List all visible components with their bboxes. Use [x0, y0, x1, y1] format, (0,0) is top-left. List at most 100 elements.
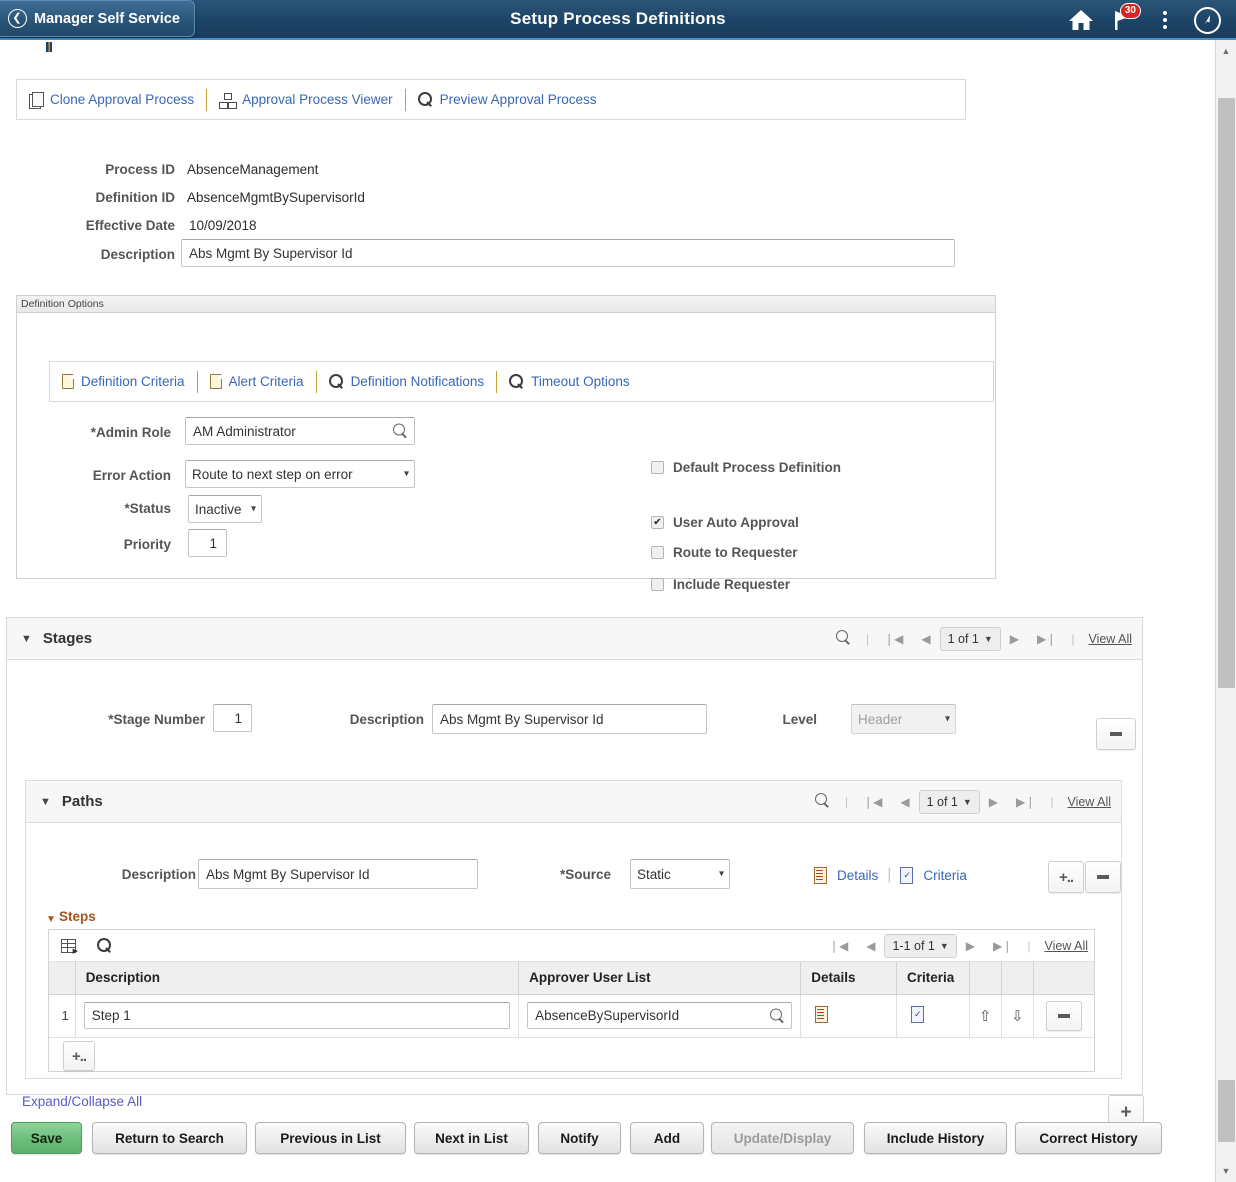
page-scrollbar[interactable]: ▲ ▼	[1215, 40, 1236, 1182]
clone-approval-process-label[interactable]: Clone Approval Process	[50, 92, 194, 107]
correct-history-button[interactable]: Correct History	[1015, 1122, 1162, 1154]
stages-collapse-caret-icon[interactable]: ▼	[21, 633, 32, 645]
approval-process-viewer-label[interactable]: Approval Process Viewer	[242, 92, 393, 107]
default-process-definition-checkbox[interactable]	[651, 461, 664, 474]
error-action-select-wrap[interactable]: Route to next step on error	[185, 460, 415, 488]
user-auto-approval-label: User Auto Approval	[673, 515, 799, 530]
lookup-magnifier-icon[interactable]	[770, 1008, 785, 1023]
next-in-list-button[interactable]: Next in List	[414, 1122, 529, 1154]
previous-in-list-button[interactable]: Previous in List	[255, 1122, 406, 1154]
find-icon[interactable]	[97, 938, 112, 953]
return-to-search-button[interactable]: Return to Search	[92, 1122, 247, 1154]
stage-description-input[interactable]	[432, 704, 707, 734]
admin-role-input[interactable]	[185, 417, 415, 445]
approval-process-viewer-link[interactable]: Approval Process Viewer	[207, 92, 405, 107]
include-history-button[interactable]: Include History	[864, 1122, 1007, 1154]
default-process-definition-checkbox-row[interactable]: Default Process Definition	[651, 460, 841, 475]
details-icon[interactable]	[814, 867, 828, 883]
paths-view-all-link[interactable]: View All	[1059, 795, 1111, 809]
delete-step-button[interactable]	[1046, 1001, 1082, 1031]
pager-divider: |	[1044, 795, 1059, 809]
definition-criteria-link[interactable]: Definition Criteria	[50, 374, 197, 389]
path-criteria-link[interactable]: Criteria	[923, 868, 967, 883]
timeout-options-link[interactable]: Timeout Options	[497, 374, 642, 389]
include-requester-checkbox[interactable]	[651, 578, 664, 591]
add-step-button[interactable]: +..	[63, 1041, 95, 1071]
route-to-requester-checkbox[interactable]	[651, 546, 664, 559]
add-button[interactable]: Add	[630, 1122, 704, 1154]
paths-first-button[interactable]: ❘◀	[854, 795, 891, 809]
clone-approval-process-link[interactable]: Clone Approval Process	[17, 92, 206, 108]
stages-page-indicator[interactable]: 1 of 1 ▼	[940, 627, 1001, 651]
stages-view-all-link[interactable]: View All	[1080, 632, 1132, 646]
description-input[interactable]	[181, 239, 955, 267]
user-auto-approval-checkbox-row[interactable]: User Auto Approval	[651, 515, 799, 530]
arrow-up-icon[interactable]: ⇧	[979, 1008, 992, 1025]
delete-path-button[interactable]	[1085, 861, 1121, 893]
path-details-link[interactable]: Details	[837, 868, 878, 883]
alert-criteria-label[interactable]: Alert Criteria	[229, 374, 304, 389]
flag-notifications-icon[interactable]: 30	[1102, 0, 1144, 40]
priority-input[interactable]	[188, 529, 227, 557]
add-path-button[interactable]: +..	[1048, 861, 1084, 893]
steps-view-all-link[interactable]: View All	[1036, 939, 1088, 953]
path-source-select-wrap[interactable]: Static	[630, 859, 730, 889]
definition-notifications-label[interactable]: Definition Notifications	[351, 374, 485, 389]
criteria-icon[interactable]	[900, 867, 914, 883]
personalize-grid-icon[interactable]	[61, 939, 77, 953]
paths-collapse-caret-icon[interactable]: ▼	[40, 796, 51, 808]
scroll-up-arrow-icon[interactable]: ▲	[1216, 42, 1236, 60]
path-source-select[interactable]: Static	[630, 859, 730, 889]
path-description-input[interactable]	[198, 859, 478, 889]
back-to-manager-self-service-button[interactable]: ❮ Manager Self Service	[0, 0, 195, 37]
paths-prev-button[interactable]: ◀	[891, 795, 918, 809]
timeout-options-label[interactable]: Timeout Options	[531, 374, 630, 389]
stages-first-button[interactable]: ❘◀	[875, 632, 912, 646]
approver-user-list-field[interactable]	[527, 1002, 792, 1029]
update-display-button[interactable]: Update/Display	[711, 1122, 854, 1154]
stages-find-icon[interactable]	[827, 630, 860, 648]
paths-find-icon[interactable]	[806, 793, 839, 811]
preview-approval-process-link[interactable]: Preview Approval Process	[406, 92, 609, 107]
steps-last-button[interactable]: ▶❘	[984, 939, 1021, 953]
stages-last-button[interactable]: ▶❘	[1028, 632, 1065, 646]
delete-stage-button[interactable]	[1096, 718, 1136, 750]
arrow-down-icon[interactable]: ⇩	[1011, 1008, 1024, 1025]
stages-prev-button[interactable]: ◀	[912, 632, 939, 646]
step-description-input[interactable]	[84, 1002, 510, 1029]
preview-approval-process-label[interactable]: Preview Approval Process	[440, 92, 597, 107]
steps-first-button[interactable]: ❘◀	[820, 939, 857, 953]
steps-page-indicator[interactable]: 1-1 of 1 ▼	[884, 934, 956, 958]
scroll-down-arrow-icon[interactable]: ▼	[1216, 1162, 1236, 1180]
expand-collapse-all-link[interactable]: Expand/Collapse All	[22, 1094, 142, 1109]
details-icon[interactable]	[815, 1006, 829, 1022]
save-button[interactable]: Save	[11, 1122, 82, 1154]
include-requester-checkbox-row[interactable]: Include Requester	[651, 577, 790, 592]
route-to-requester-checkbox-row[interactable]: Route to Requester	[651, 545, 798, 560]
stage-number-input[interactable]	[213, 704, 252, 732]
criteria-icon[interactable]	[911, 1006, 925, 1022]
steps-next-button[interactable]: ▶	[957, 939, 984, 953]
status-select[interactable]: Inactive	[188, 495, 262, 523]
paths-next-button[interactable]: ▶	[980, 795, 1007, 809]
lookup-magnifier-icon[interactable]	[393, 424, 408, 439]
definition-criteria-label[interactable]: Definition Criteria	[81, 374, 185, 389]
approver-user-list-input[interactable]	[527, 1002, 792, 1029]
actions-menu-icon[interactable]	[1144, 0, 1186, 40]
home-icon[interactable]	[1060, 0, 1102, 40]
status-select-wrap[interactable]: Inactive	[188, 495, 262, 523]
steps-collapse-caret-icon[interactable]: ▼	[46, 914, 56, 925]
notify-button[interactable]: Notify	[538, 1122, 621, 1154]
stages-next-button[interactable]: ▶	[1001, 632, 1028, 646]
steps-prev-button[interactable]: ◀	[857, 939, 884, 953]
navbar-icon[interactable]	[1186, 0, 1228, 40]
scrollbar-thumb[interactable]	[1218, 98, 1235, 688]
paths-last-button[interactable]: ▶❘	[1007, 795, 1044, 809]
admin-role-field[interactable]	[185, 417, 415, 445]
error-action-select[interactable]: Route to next step on error	[185, 460, 415, 488]
user-auto-approval-checkbox[interactable]	[651, 516, 664, 529]
paths-page-indicator[interactable]: 1 of 1 ▼	[919, 790, 980, 814]
definition-notifications-link[interactable]: Definition Notifications	[317, 374, 497, 389]
scrollbar-thumb-secondary[interactable]	[1218, 1080, 1235, 1142]
alert-criteria-link[interactable]: Alert Criteria	[198, 374, 316, 389]
